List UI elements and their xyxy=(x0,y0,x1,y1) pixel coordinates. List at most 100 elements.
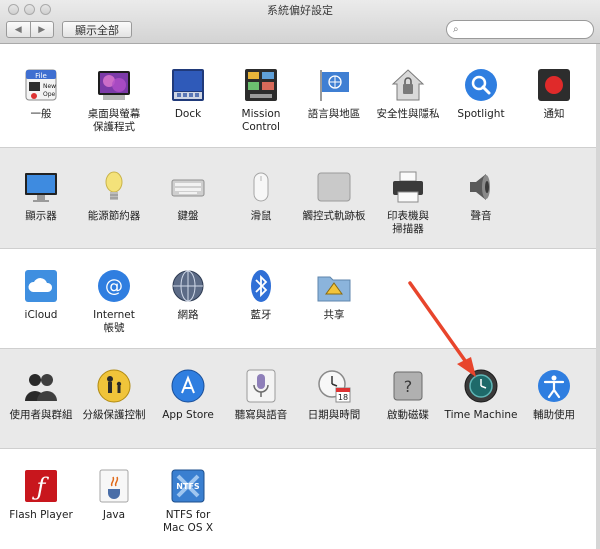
window-right-edge xyxy=(596,44,600,549)
dock-icon xyxy=(171,68,205,102)
pref-label: Internet 帳號 xyxy=(93,309,135,334)
svg-text:File: File xyxy=(35,72,47,80)
pref-general[interactable]: File New Ope 一般 xyxy=(7,68,75,121)
pref-app-store[interactable]: App Store xyxy=(154,369,222,422)
pref-label: 啟動磁碟 xyxy=(387,409,429,421)
microphone-icon xyxy=(244,369,278,403)
pref-label: 聲音 xyxy=(470,210,492,222)
search-icon: ⌕ xyxy=(453,24,459,35)
pref-label: 網路 xyxy=(177,309,199,321)
pref-security-privacy[interactable]: 安全性與隱私 xyxy=(374,68,442,121)
pref-label: 一般 xyxy=(30,108,52,120)
speaker-icon xyxy=(464,170,498,204)
pref-label: Java xyxy=(102,509,126,521)
svg-text:@: @ xyxy=(105,276,123,297)
pref-ntfs[interactable]: NTFS NTFS for Mac OS X xyxy=(154,469,222,535)
back-button[interactable]: ◀ xyxy=(7,22,30,37)
pref-network[interactable]: 網路 xyxy=(154,269,222,322)
pref-label: iCloud xyxy=(24,309,58,321)
house-lock-icon xyxy=(391,68,425,102)
pref-notifications[interactable]: 通知 xyxy=(520,68,588,121)
pref-label: 輔助使用 xyxy=(533,409,575,421)
flag-icon xyxy=(317,68,351,102)
pref-desktop-screensaver[interactable]: 桌面與螢幕 保護程式 xyxy=(80,68,148,134)
pref-label: 印表機與 掃描器 xyxy=(387,210,429,235)
trackpad-icon xyxy=(317,170,351,204)
pref-label: Mission Control xyxy=(241,108,281,133)
pref-label: 使用者與群組 xyxy=(9,409,73,421)
pref-startup-disk[interactable]: ? 啟動磁碟 xyxy=(374,369,442,422)
pref-label: 桌面與螢幕 保護程式 xyxy=(87,108,141,133)
mouse-icon xyxy=(244,170,278,204)
pref-label: Flash Player xyxy=(9,509,73,521)
accessibility-icon xyxy=(537,369,571,403)
svg-text:New: New xyxy=(43,83,56,90)
pref-energy-saver[interactable]: 能源節約器 xyxy=(80,170,148,223)
forward-button[interactable]: ▶ xyxy=(29,22,54,37)
pref-parental-controls[interactable]: 分級保護控制 xyxy=(80,369,148,422)
pref-label: 滑鼠 xyxy=(250,210,272,222)
pref-label: 觸控式軌跡板 xyxy=(302,210,366,222)
java-icon xyxy=(97,469,131,503)
network-globe-icon xyxy=(171,269,205,303)
pref-mouse[interactable]: 滑鼠 xyxy=(227,170,295,223)
show-all-button[interactable]: 顯示全部 xyxy=(62,21,132,38)
pref-icloud[interactable]: iCloud xyxy=(7,269,75,322)
pref-printers-scanners[interactable]: 印表機與 掃描器 xyxy=(374,170,442,236)
pref-language-region[interactable]: 語言與地區 xyxy=(300,68,368,121)
at-sign-icon: @ xyxy=(97,269,131,303)
window-title: 系統偏好設定 xyxy=(267,4,333,17)
pref-time-machine[interactable]: Time Machine xyxy=(443,369,519,422)
pref-keyboard[interactable]: 鍵盤 xyxy=(154,170,222,223)
icloud-icon xyxy=(24,269,58,303)
system-preferences-window: 系統偏好設定 ◀ ▶ 顯示全部 ⌕ File New Ope 一般 桌面與螢幕 … xyxy=(0,0,600,549)
pref-displays[interactable]: 顯示器 xyxy=(7,170,75,223)
ntfs-icon: NTFS xyxy=(171,469,205,503)
pref-label: 通知 xyxy=(543,108,565,120)
lightbulb-icon xyxy=(97,170,131,204)
flash-icon: ƒ xyxy=(24,469,58,503)
time-machine-icon xyxy=(464,369,498,403)
pref-spotlight[interactable]: Spotlight xyxy=(447,68,515,121)
general-icon: File New Ope xyxy=(24,68,58,102)
keyboard-icon xyxy=(171,170,205,204)
svg-text:?: ? xyxy=(404,377,413,396)
pref-trackpad[interactable]: 觸控式軌跡板 xyxy=(300,170,368,223)
pref-label: Time Machine xyxy=(444,409,518,421)
pref-internet-accounts[interactable]: @ Internet 帳號 xyxy=(80,269,148,335)
pref-label: NTFS for Mac OS X xyxy=(162,509,214,534)
svg-text:NTFS: NTFS xyxy=(176,482,200,491)
pref-accessibility[interactable]: 輔助使用 xyxy=(520,369,588,422)
search-field[interactable]: ⌕ xyxy=(446,20,594,39)
row-personal: File New Ope 一般 桌面與螢幕 保護程式 Dock Mission … xyxy=(0,44,600,148)
svg-text:Ope: Ope xyxy=(43,91,56,98)
pref-label: 安全性與隱私 xyxy=(376,108,440,120)
pref-label: 鍵盤 xyxy=(177,210,199,222)
pref-bluetooth[interactable]: 藍牙 xyxy=(227,269,295,322)
notifications-icon xyxy=(537,68,571,102)
svg-text:18: 18 xyxy=(338,393,348,402)
mission-control-icon xyxy=(244,68,278,102)
pref-users-groups[interactable]: 使用者與群組 xyxy=(7,369,75,422)
chevron-right-icon: ▶ xyxy=(38,24,46,35)
pref-flash-player[interactable]: ƒ Flash Player xyxy=(7,469,75,522)
pref-label: 顯示器 xyxy=(25,210,57,222)
printer-icon xyxy=(391,170,425,204)
display-icon xyxy=(24,170,58,204)
pref-java[interactable]: Java xyxy=(80,469,148,522)
sharing-folder-icon xyxy=(317,269,351,303)
clock-calendar-icon: 18 xyxy=(317,369,351,403)
pref-sharing[interactable]: 共享 xyxy=(300,269,368,322)
row-hardware: 顯示器 能源節約器 鍵盤 滑鼠 觸控式軌跡板 印表機與 掃描器 聲音 xyxy=(0,148,600,249)
pref-label: 分級保護控制 xyxy=(82,409,146,421)
pref-date-time[interactable]: 18 日期與時間 xyxy=(300,369,368,422)
row-system: 使用者與群組 分級保護控制 App Store 聽寫與語音 18 日期與時間 ?… xyxy=(0,349,600,449)
pref-sound[interactable]: 聲音 xyxy=(447,170,515,223)
parental-controls-icon xyxy=(97,369,131,403)
pref-dock[interactable]: Dock xyxy=(154,68,222,121)
pref-label: 共享 xyxy=(323,309,345,321)
pref-mission-control[interactable]: Mission Control xyxy=(227,68,295,134)
pref-dictation-speech[interactable]: 聽寫與語音 xyxy=(227,369,295,422)
app-store-icon xyxy=(171,369,205,403)
pref-label: 能源節約器 xyxy=(87,210,141,222)
